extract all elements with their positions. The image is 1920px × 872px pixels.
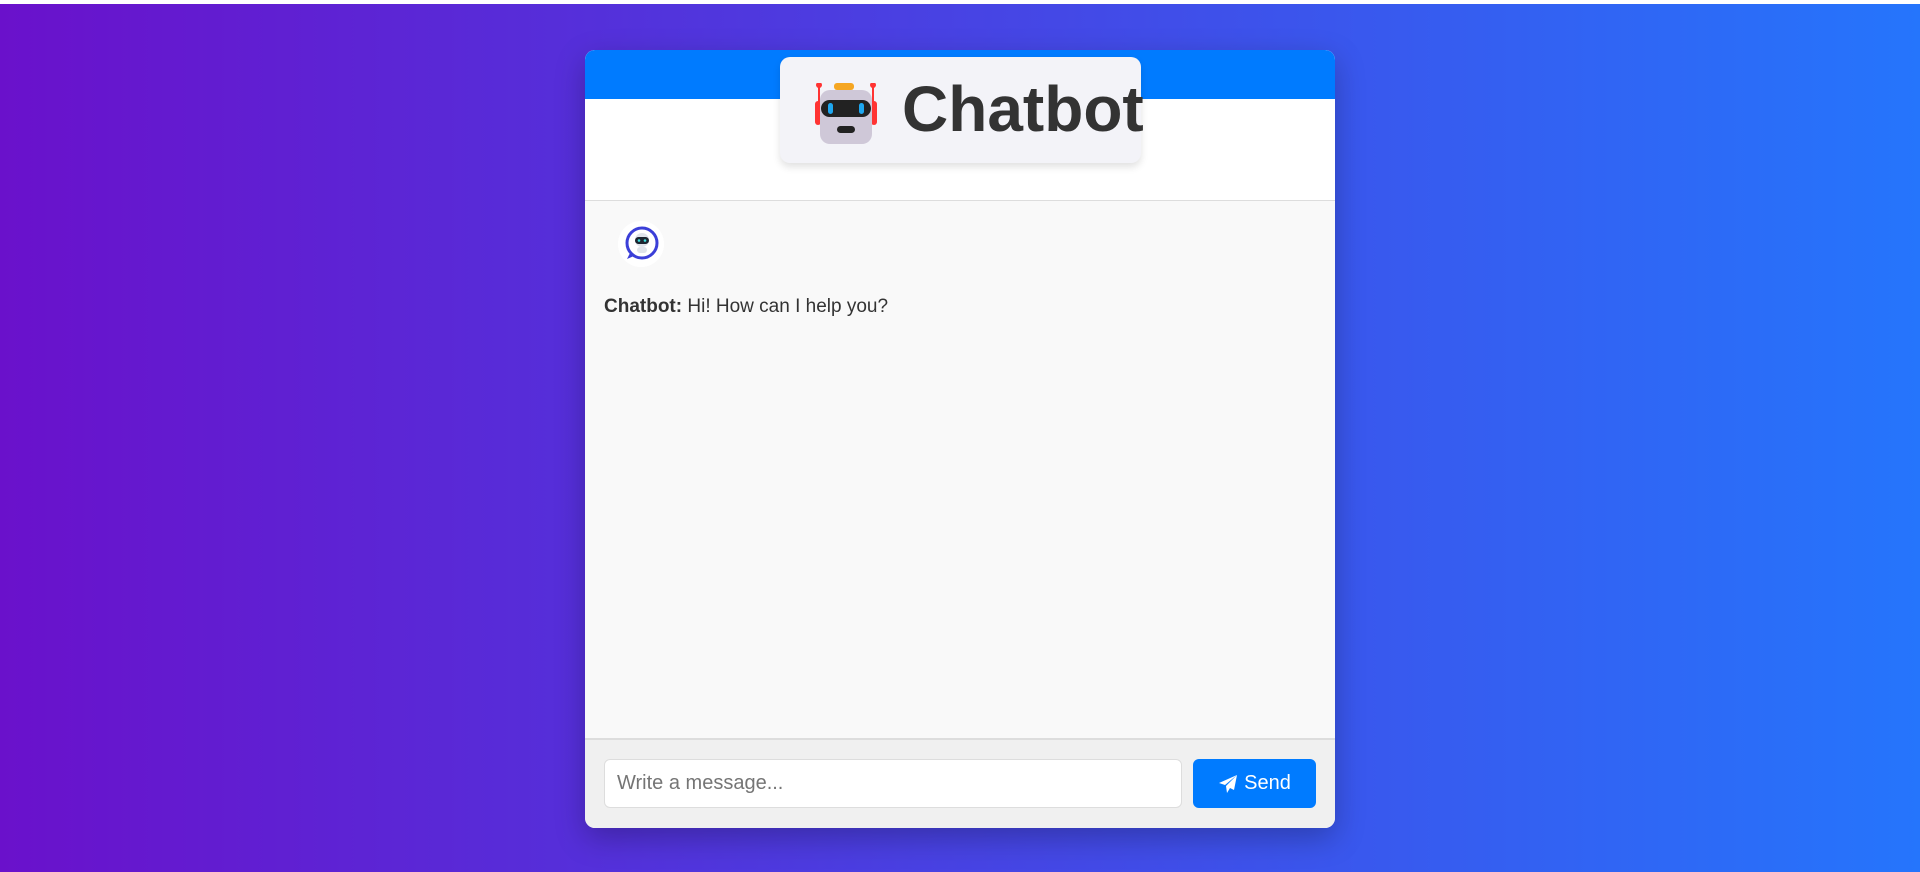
title-card: Chatbot xyxy=(780,57,1144,163)
send-label: Send xyxy=(1244,772,1291,794)
chat-window: Chatbot Chatbot: Hi! How can I help you?… xyxy=(585,50,1335,828)
composer: Send xyxy=(585,738,1335,828)
chat-message: Chatbot: Hi! How can I help you? xyxy=(604,296,888,318)
message-list: Chatbot: Hi! How can I help you? xyxy=(585,201,1335,738)
message-sender: Chatbot: xyxy=(604,296,683,317)
paper-plane-icon xyxy=(1219,774,1238,793)
send-button[interactable]: Send xyxy=(1193,759,1316,808)
robot-icon xyxy=(815,83,877,144)
app-title: Chatbot xyxy=(902,73,1144,145)
chatbot-avatar-icon xyxy=(618,221,664,267)
message-text: Hi! How can I help you? xyxy=(682,296,889,317)
top-strip xyxy=(0,0,1920,4)
chat-header: Chatbot xyxy=(585,50,1335,201)
message-input[interactable] xyxy=(604,759,1182,808)
